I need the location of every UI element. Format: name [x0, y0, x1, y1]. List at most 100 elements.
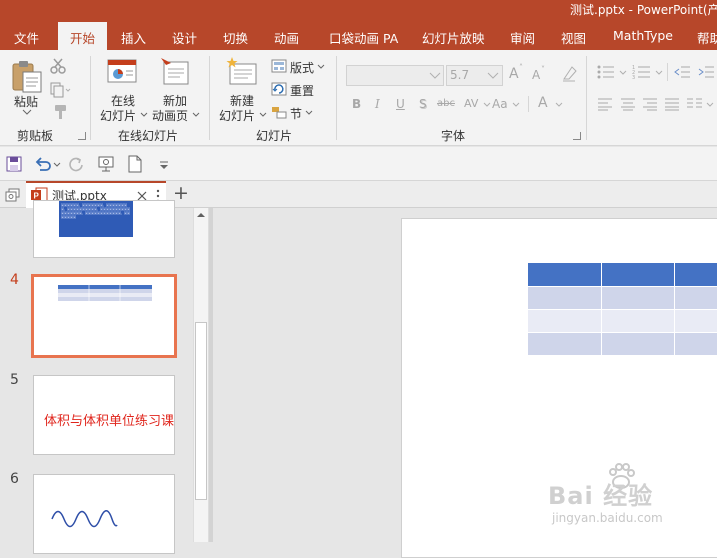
- bullets-icon[interactable]: [596, 64, 616, 80]
- slide-thumbnail[interactable]: 体积与体积单位练习课: [33, 375, 175, 455]
- watermark-brand: Bai 经验: [548, 482, 654, 510]
- undo-icon[interactable]: [34, 156, 52, 172]
- increase-indent-icon[interactable]: [697, 64, 715, 80]
- redo-icon[interactable]: [68, 156, 84, 172]
- decrease-indent-icon[interactable]: [673, 64, 691, 80]
- ribbon-separator: [667, 63, 668, 81]
- thumbnail-scrollbar[interactable]: [193, 208, 209, 542]
- new-tab-button[interactable]: +: [173, 182, 189, 204]
- character-spacing-button[interactable]: AV: [464, 97, 478, 110]
- start-slideshow-icon[interactable]: [97, 155, 117, 173]
- chevron-down-icon[interactable]: [487, 72, 499, 80]
- ribbon-tab-bar: 文件 开始 插入 设计 切换 动画 口袋动画 PA 幻灯片放映 审阅 视图 Ma…: [0, 22, 717, 50]
- tab-help[interactable]: 帮助: [697, 28, 717, 47]
- bold-button[interactable]: B: [352, 97, 361, 111]
- table-header-cell[interactable]: [602, 263, 674, 286]
- chevron-down-icon[interactable]: [22, 109, 32, 115]
- chevron-down-icon[interactable]: [140, 112, 148, 118]
- layout-label[interactable]: 版式: [290, 59, 314, 76]
- table-cell[interactable]: [675, 333, 717, 355]
- tab-insert[interactable]: 插入: [121, 28, 146, 47]
- table-header-cell[interactable]: [675, 263, 717, 286]
- chevron-down-icon[interactable]: [512, 102, 520, 108]
- align-right-icon[interactable]: [642, 97, 658, 111]
- chevron-down-icon[interactable]: [555, 102, 563, 108]
- online-slide-button[interactable]: [104, 56, 142, 90]
- chevron-down-icon[interactable]: [655, 70, 663, 76]
- tab-animations[interactable]: 动画: [274, 28, 299, 47]
- clear-formatting-icon[interactable]: [561, 64, 577, 82]
- tab-slideshow[interactable]: 幻灯片放映: [422, 28, 485, 47]
- online-slide-icon: [107, 59, 137, 83]
- font-name-box[interactable]: [346, 65, 444, 86]
- table-cell[interactable]: [675, 287, 717, 309]
- paste-button[interactable]: [10, 58, 44, 94]
- tab-pocket-animation[interactable]: 口袋动画 PA: [329, 28, 398, 47]
- chevron-down-icon[interactable]: [317, 64, 325, 70]
- italic-button[interactable]: I: [375, 97, 380, 111]
- font-color-button[interactable]: A: [538, 95, 548, 111]
- shrink-font-button[interactable]: A: [532, 68, 540, 82]
- tab-home[interactable]: 开始: [58, 22, 108, 50]
- tab-transitions[interactable]: 切换: [223, 28, 248, 47]
- slide-sorter-icon[interactable]: [5, 187, 21, 203]
- reset-icon[interactable]: [271, 82, 287, 96]
- save-icon[interactable]: [6, 156, 22, 172]
- table-header-cell[interactable]: [528, 263, 601, 286]
- slide-title-text: 体积与体积单位练习课: [44, 414, 175, 429]
- tab-review[interactable]: 审阅: [510, 28, 535, 47]
- layout-icon[interactable]: [271, 59, 287, 73]
- table-cell[interactable]: [528, 310, 601, 332]
- table-cell[interactable]: [602, 310, 674, 332]
- section-icon[interactable]: [271, 105, 287, 119]
- title-bar: 测试.pptx - PowerPoint(产: [0, 0, 717, 22]
- slide-number: 5: [10, 372, 19, 388]
- table-cell[interactable]: [528, 333, 601, 355]
- tab-view[interactable]: 视图: [561, 28, 586, 47]
- table-cell[interactable]: [602, 333, 674, 355]
- align-center-icon[interactable]: [620, 97, 636, 111]
- scrollbar-thumb[interactable]: [195, 322, 207, 500]
- chevron-down-icon[interactable]: [429, 72, 441, 80]
- tab-mathtype[interactable]: MathType: [613, 28, 673, 43]
- customize-toolbar-icon[interactable]: [158, 160, 170, 170]
- table-cell[interactable]: [675, 310, 717, 332]
- chevron-down-icon[interactable]: [53, 162, 61, 168]
- shadow-button[interactable]: S: [419, 97, 427, 111]
- new-online-page-button[interactable]: [158, 56, 194, 90]
- chevron-down-icon[interactable]: [619, 70, 627, 76]
- table-cell[interactable]: [528, 287, 601, 309]
- align-left-icon[interactable]: [597, 97, 613, 111]
- chevron-down-icon[interactable]: [706, 102, 714, 108]
- strikethrough-button[interactable]: abc: [437, 98, 455, 109]
- copy-icon[interactable]: [50, 82, 72, 98]
- columns-icon[interactable]: [686, 97, 704, 111]
- format-painter-icon[interactable]: [50, 104, 68, 120]
- justify-icon[interactable]: [664, 97, 680, 111]
- reset-label[interactable]: 重置: [290, 82, 314, 99]
- clipboard-launcher-icon[interactable]: [78, 132, 86, 140]
- font-launcher-icon[interactable]: [573, 132, 581, 140]
- new-slide-button[interactable]: [224, 56, 260, 90]
- chevron-down-icon[interactable]: [305, 110, 313, 116]
- tab-design[interactable]: 设计: [172, 28, 197, 47]
- scroll-up-icon[interactable]: [197, 212, 205, 218]
- slide-thumbnail[interactable]: [33, 474, 175, 554]
- slide-number: 6: [10, 471, 19, 487]
- chevron-down-icon[interactable]: [259, 112, 267, 118]
- slide-thumbnail[interactable]: 某某某某某某，某某某某某某某，某某某某某某某某，某某某某某某某某某某，某某某某某…: [33, 200, 175, 258]
- change-case-button[interactable]: Aa: [492, 97, 508, 111]
- new-file-icon[interactable]: [128, 155, 142, 173]
- tab-file[interactable]: 文件: [14, 28, 39, 47]
- cut-icon[interactable]: [50, 58, 66, 74]
- font-size-box[interactable]: 5.7: [446, 65, 503, 86]
- chevron-down-icon[interactable]: [192, 112, 200, 118]
- table-cell[interactable]: [602, 287, 674, 309]
- underline-button[interactable]: U: [396, 97, 405, 111]
- numbering-icon[interactable]: 123: [632, 64, 652, 80]
- online-slide-label-2: 幻灯片: [100, 109, 137, 123]
- chevron-down-icon[interactable]: [483, 102, 491, 108]
- grow-font-button[interactable]: A: [509, 66, 519, 82]
- slide-thumbnail-selected[interactable]: [31, 274, 177, 358]
- section-label[interactable]: 节: [290, 105, 302, 122]
